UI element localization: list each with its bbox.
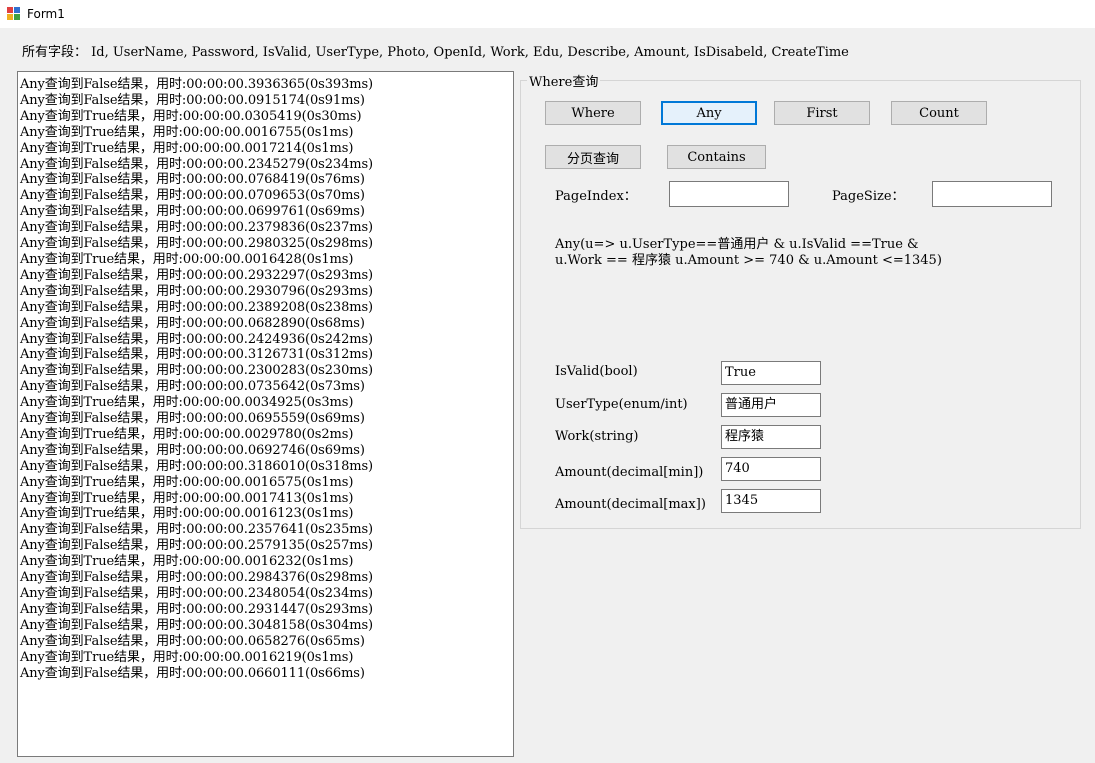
- log-line: Any查询到True结果，用时:00:00:00.0016232(0s1ms): [20, 554, 354, 570]
- log-line: Any查询到False结果，用时:00:00:00.0915174(0s91ms…: [20, 92, 365, 108]
- log-line: Any查询到False结果，用时:00:00:00.0699761(0s69ms…: [20, 204, 365, 220]
- log-line: Any查询到False结果，用时:00:00:00.2980325(0s298m…: [20, 236, 374, 252]
- log-line: Any查询到False结果，用时:00:00:00.0695559(0s69ms…: [20, 411, 365, 427]
- log-line: Any查询到False结果，用时:00:00:00.0709653(0s70ms…: [20, 188, 365, 204]
- log-line: Any查询到False结果，用时:00:00:00.3048158(0s304m…: [20, 617, 374, 633]
- work-input[interactable]: 程序猿: [721, 425, 821, 449]
- title-bar[interactable]: Form1: [0, 0, 1095, 28]
- log-line: Any查询到False结果，用时:00:00:00.2930796(0s293m…: [20, 283, 374, 299]
- log-line: Any查询到False结果，用时:00:00:00.0682890(0s68ms…: [20, 315, 365, 331]
- any-button[interactable]: Any: [661, 101, 757, 125]
- page-index-label: PageIndex：: [555, 189, 637, 204]
- isvalid-label: IsValid(bool): [555, 364, 638, 379]
- log-line: Any查询到True结果，用时:00:00:00.0029780(0s2ms): [20, 426, 354, 442]
- page-size-label: PageSize：: [832, 189, 905, 204]
- log-line: Any查询到True结果，用时:00:00:00.0016123(0s1ms): [20, 506, 354, 522]
- page-size-input[interactable]: [932, 181, 1052, 207]
- expression-line-2: u.Work == 程序猿 u.Amount >= 740 & u.Amount…: [555, 253, 942, 268]
- log-line: Any查询到False结果，用时:00:00:00.2357641(0s235m…: [20, 522, 374, 538]
- log-line: Any查询到False结果，用时:00:00:00.2379836(0s237m…: [20, 220, 374, 236]
- log-line: Any查询到True结果，用时:00:00:00.0017413(0s1ms): [20, 490, 354, 506]
- paging-query-button[interactable]: 分页查询: [545, 145, 641, 169]
- log-line: Any查询到False结果，用时:00:00:00.0658276(0s65ms…: [20, 633, 365, 649]
- log-line: Any查询到False结果，用时:00:00:00.0768419(0s76ms…: [20, 172, 365, 188]
- expression-line-1: Any(u=> u.UserType==普通用户 & u.IsValid ==T…: [555, 237, 919, 252]
- work-label: Work(string): [555, 429, 639, 444]
- count-button[interactable]: Count: [891, 101, 987, 125]
- first-button[interactable]: First: [774, 101, 870, 125]
- log-line: Any查询到False结果，用时:00:00:00.2300283(0s230m…: [20, 363, 374, 379]
- contains-button[interactable]: Contains: [667, 145, 766, 169]
- fields-label: 所有字段： Id, UserName, Password, IsValid, U…: [22, 45, 849, 60]
- log-line: Any查询到False结果，用时:00:00:00.0735642(0s73ms…: [20, 379, 365, 395]
- result-log-textbox[interactable]: Any查询到False结果，用时:00:00:00.3936365(0s393m…: [17, 71, 514, 757]
- log-line: Any查询到True结果，用时:00:00:00.0016428(0s1ms): [20, 251, 354, 267]
- amount-max-label: Amount(decimal[max]): [555, 497, 706, 512]
- log-line: Any查询到False结果，用时:00:00:00.0660111(0s66ms…: [20, 665, 365, 681]
- app-icon: [7, 7, 21, 21]
- log-line: Any查询到False结果，用时:00:00:00.3936365(0s393m…: [20, 77, 374, 92]
- amount-max-input[interactable]: 1345: [721, 489, 821, 513]
- isvalid-input[interactable]: True: [721, 361, 821, 385]
- log-line: Any查询到False结果，用时:00:00:00.2389208(0s238m…: [20, 299, 374, 315]
- log-line: Any查询到False结果，用时:00:00:00.2984376(0s298m…: [20, 570, 374, 586]
- where-button[interactable]: Where: [545, 101, 641, 125]
- usertype-label: UserType(enum/int): [555, 397, 688, 412]
- query-expression: Any(u=> u.UserType==普通用户 & u.IsValid ==T…: [555, 237, 942, 269]
- log-line: Any查询到False结果，用时:00:00:00.2345279(0s234m…: [20, 156, 374, 172]
- log-line: Any查询到False结果，用时:00:00:00.2932297(0s293m…: [20, 267, 374, 283]
- log-line: Any查询到False结果，用时:00:00:00.2579135(0s257m…: [20, 538, 374, 554]
- log-line: Any查询到True结果，用时:00:00:00.0305419(0s30ms): [20, 108, 362, 124]
- log-line: Any查询到True结果，用时:00:00:00.0016219(0s1ms): [20, 649, 354, 665]
- log-line: Any查询到True结果，用时:00:00:00.0016575(0s1ms): [20, 474, 354, 490]
- window-title: Form1: [27, 7, 65, 21]
- log-line: Any查询到False结果，用时:00:00:00.0692746(0s69ms…: [20, 442, 365, 458]
- amount-min-input[interactable]: 740: [721, 457, 821, 481]
- page-index-input[interactable]: [669, 181, 789, 207]
- log-line: Any查询到True结果，用时:00:00:00.0017214(0s1ms): [20, 140, 354, 156]
- amount-min-label: Amount(decimal[min]): [555, 465, 704, 480]
- log-line: Any查询到False结果，用时:00:00:00.2424936(0s242m…: [20, 331, 374, 347]
- log-line: Any查询到True结果，用时:00:00:00.0034925(0s3ms): [20, 395, 354, 411]
- usertype-input[interactable]: 普通用户: [721, 393, 821, 417]
- log-line: Any查询到True结果，用时:00:00:00.0016755(0s1ms): [20, 124, 354, 140]
- log-line: Any查询到False结果，用时:00:00:00.2348054(0s234m…: [20, 586, 374, 601]
- log-line: Any查询到False结果，用时:00:00:00.3126731(0s312m…: [20, 347, 374, 363]
- group-title: Where查询: [527, 71, 601, 90]
- log-line: Any查询到False结果，用时:00:00:00.2931447(0s293m…: [20, 601, 374, 617]
- log-line: Any查询到False结果，用时:00:00:00.3186010(0s318m…: [20, 458, 374, 474]
